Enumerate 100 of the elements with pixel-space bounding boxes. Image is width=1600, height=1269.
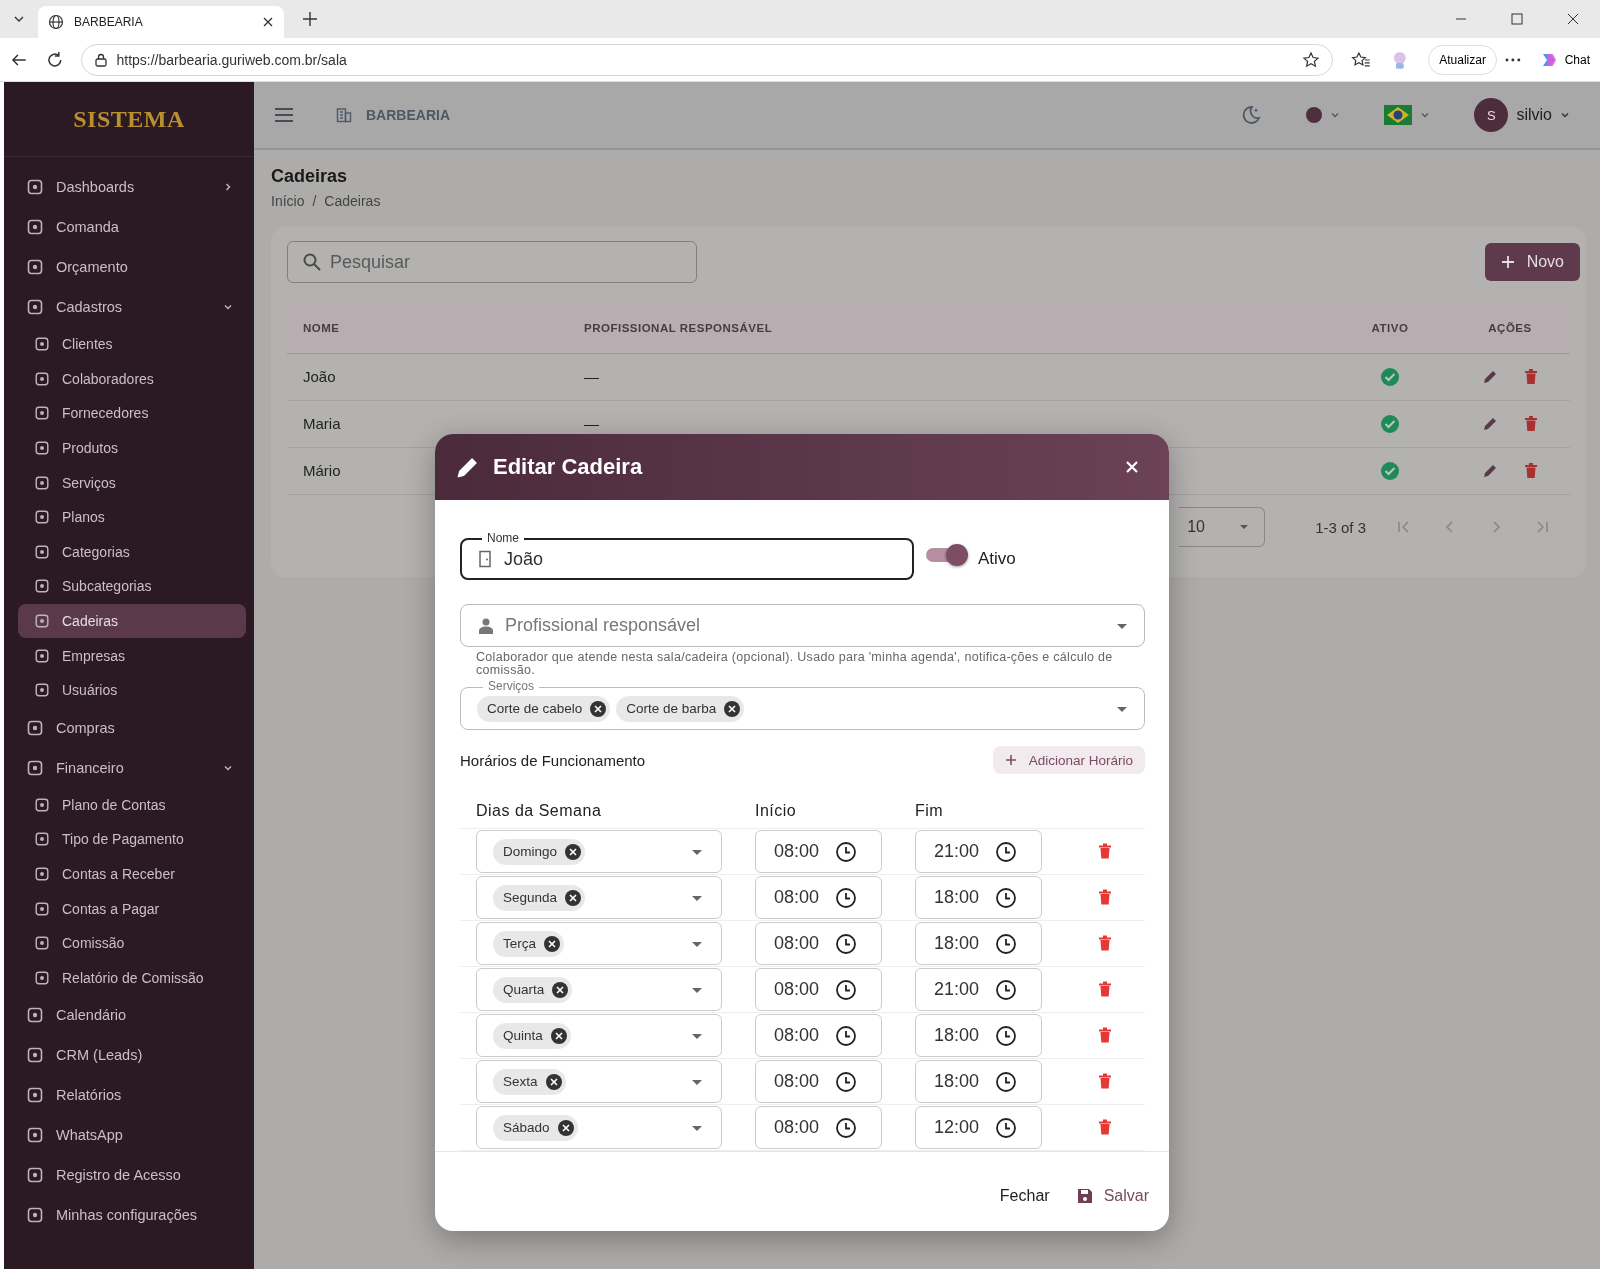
clock-icon[interactable]	[835, 886, 858, 909]
clock-icon[interactable]	[995, 1024, 1018, 1047]
sidebar-item[interactable]: Minhas configurações	[18, 1195, 246, 1236]
time-field[interactable]: 08:00	[755, 1106, 882, 1149]
time-field[interactable]: 18:00	[915, 876, 1042, 919]
pencil-icon[interactable]	[1482, 463, 1498, 479]
plus-icon[interactable]	[302, 11, 318, 27]
sidebar-item[interactable]: Calendário	[18, 995, 246, 1036]
color-swatch[interactable]	[1306, 107, 1323, 123]
sidebar-item[interactable]: Categorias	[18, 534, 246, 570]
new-button[interactable]: Novo	[1484, 243, 1580, 281]
sidebar-item[interactable]: Subcategorias	[18, 569, 246, 604]
update-button[interactable]: Atualizar	[1428, 44, 1497, 75]
time-field[interactable]: 08:00	[755, 830, 882, 873]
refresh-icon[interactable]	[45, 50, 64, 69]
sidebar-item[interactable]: Orçamento	[18, 247, 246, 287]
sidebar-item[interactable]: Planos	[18, 499, 246, 535]
browser-tab[interactable]: BARBEARIA	[38, 6, 284, 38]
add-schedule-button[interactable]: Adicionar Horário	[992, 746, 1145, 774]
sidebar-item[interactable]: Cadeiras	[18, 603, 246, 639]
day-select[interactable]: Quarta	[476, 968, 722, 1011]
clock-icon[interactable]	[835, 978, 858, 1001]
avatar[interactable]: S	[1474, 98, 1509, 132]
clock-icon[interactable]	[835, 1070, 858, 1093]
remove-icon[interactable]	[552, 981, 569, 998]
remove-icon[interactable]	[590, 700, 607, 717]
favorites-icon[interactable]	[1350, 50, 1371, 69]
clock-icon[interactable]	[995, 1116, 1018, 1139]
chevron-down-icon[interactable]	[1560, 110, 1570, 120]
trash-icon[interactable]	[1098, 843, 1112, 860]
day-select[interactable]: Sábado	[476, 1106, 722, 1149]
sidebar-item[interactable]: Empresas	[18, 638, 246, 673]
sidebar-item[interactable]: Compras	[18, 707, 246, 748]
sidebar-item[interactable]: Serviços	[18, 465, 246, 500]
day-select[interactable]: Segunda	[476, 876, 722, 919]
remove-icon[interactable]	[545, 1073, 562, 1090]
time-field[interactable]: 08:00	[755, 922, 882, 965]
trash-icon[interactable]	[1524, 416, 1538, 432]
breadcrumb-link[interactable]: Início	[271, 193, 305, 209]
clock-icon[interactable]	[995, 840, 1018, 863]
remove-icon[interactable]	[724, 700, 741, 717]
remove-icon[interactable]	[565, 843, 582, 860]
time-field[interactable]: 21:00	[915, 968, 1042, 1011]
maximize-icon[interactable]	[1510, 12, 1524, 26]
name-input[interactable]: João	[504, 548, 544, 570]
clock-icon[interactable]	[835, 1116, 858, 1139]
more-icon[interactable]	[1504, 56, 1521, 63]
pencil-icon[interactable]	[1482, 369, 1498, 385]
time-field[interactable]: 12:00	[915, 1106, 1042, 1149]
sidebar-item[interactable]: Tipo de Pagamento	[18, 822, 246, 857]
day-select[interactable]: Terça	[476, 922, 722, 965]
trash-icon[interactable]	[1098, 889, 1112, 906]
sidebar-item[interactable]: Financeiro	[18, 747, 246, 788]
clock-icon[interactable]	[995, 932, 1018, 955]
remove-icon[interactable]	[544, 935, 560, 952]
sidebar-item[interactable]: Clientes	[18, 327, 246, 362]
time-field[interactable]: 21:00	[915, 830, 1042, 873]
sidebar-item[interactable]: Contas a Pagar	[18, 891, 246, 926]
time-field[interactable]: 08:00	[755, 1060, 882, 1103]
close-icon[interactable]	[1566, 12, 1580, 26]
moon-icon[interactable]	[1240, 104, 1263, 126]
sidebar-item[interactable]: WhatsApp	[18, 1115, 246, 1156]
menu-icon[interactable]	[274, 107, 294, 123]
trash-icon[interactable]	[1524, 463, 1538, 479]
trash-icon[interactable]	[1524, 369, 1538, 385]
clock-icon[interactable]	[995, 978, 1018, 1001]
clock-icon[interactable]	[835, 932, 858, 955]
sidebar-item[interactable]: Comissão	[18, 925, 246, 961]
clock-icon[interactable]	[995, 886, 1018, 909]
time-field[interactable]: 08:00	[755, 1014, 882, 1057]
remove-icon[interactable]	[550, 1027, 567, 1044]
trash-icon[interactable]	[1098, 1027, 1112, 1044]
close-icon[interactable]	[262, 16, 274, 28]
clock-icon[interactable]	[835, 840, 858, 863]
sidebar-item[interactable]: Produtos	[18, 430, 246, 466]
chat-button[interactable]: Chat	[1538, 44, 1590, 75]
sidebar-item[interactable]: Cadastros	[18, 287, 246, 327]
sidebar-item[interactable]: Relatório de Comissão	[18, 960, 246, 996]
time-field[interactable]: 18:00	[915, 922, 1042, 965]
trash-icon[interactable]	[1098, 1073, 1112, 1090]
user-name[interactable]: silvio	[1516, 106, 1552, 124]
trash-icon[interactable]	[1098, 1119, 1112, 1136]
trash-icon[interactable]	[1098, 935, 1112, 952]
remove-icon[interactable]	[557, 1119, 574, 1136]
sidebar-item[interactable]: Fornecedores	[18, 396, 246, 431]
close-button[interactable]: Fechar	[999, 1181, 1050, 1211]
flag-icon[interactable]	[1384, 105, 1413, 125]
sidebar-item[interactable]: Contas a Receber	[18, 856, 246, 892]
time-field[interactable]: 18:00	[915, 1060, 1042, 1103]
sidebar-item[interactable]: CRM (Leads)	[18, 1035, 246, 1076]
star-icon[interactable]	[1301, 50, 1320, 69]
day-select[interactable]: Quinta	[476, 1014, 722, 1057]
professional-select[interactable]: Profissional responsável	[460, 604, 1145, 647]
sidebar-item[interactable]: Plano de Contas	[18, 787, 246, 823]
sidebar-item[interactable]: Registro de Acesso	[18, 1155, 246, 1196]
sidebar-item[interactable]: Usuários	[18, 672, 246, 708]
day-select[interactable]: Domingo	[476, 830, 722, 873]
clock-icon[interactable]	[835, 1024, 858, 1047]
save-button[interactable]: Salvar	[1075, 1181, 1149, 1211]
time-field[interactable]: 18:00	[915, 1014, 1042, 1057]
